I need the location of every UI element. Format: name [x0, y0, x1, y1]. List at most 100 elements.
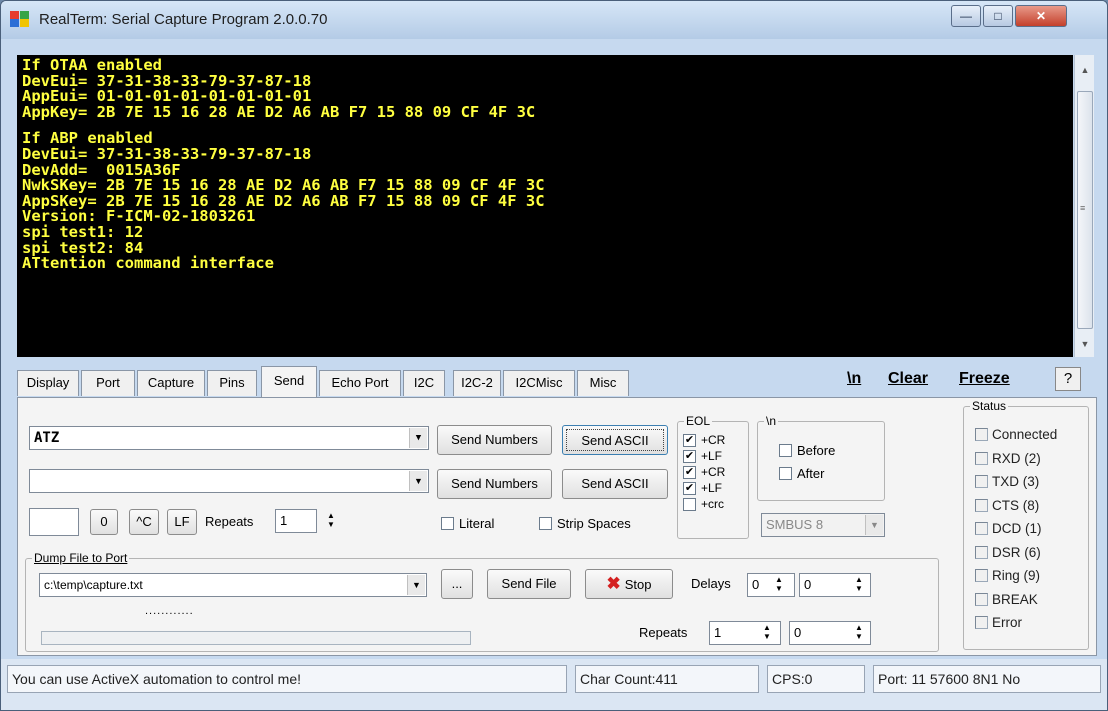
led-icon: [975, 522, 988, 535]
after-checkbox[interactable]: After: [779, 466, 824, 481]
repeats-spinner-icon[interactable]: ▲ ▼: [323, 511, 339, 531]
terminal-display[interactable]: If OTAA enabled DevEui= 37-31-38-33-79-37…: [17, 55, 1073, 357]
close-icon[interactable]: ✕: [1015, 5, 1067, 27]
minimize-icon[interactable]: —: [951, 5, 981, 27]
tab-display[interactable]: Display: [17, 370, 79, 396]
literal-label: Literal: [459, 516, 495, 531]
led-icon: [975, 498, 988, 512]
delays-label: Delays: [691, 576, 731, 591]
progress-dots: ............: [145, 605, 194, 617]
led-icon: [975, 545, 988, 559]
strip-spaces-checkbox[interactable]: Strip Spaces: [539, 516, 631, 531]
window-title: RealTerm: Serial Capture Program 2.0.0.7…: [39, 11, 328, 28]
lf-button[interactable]: LF: [167, 509, 197, 535]
tab-i2cmisc[interactable]: I2CMisc: [503, 370, 575, 396]
smbus-value: SMBUS 8: [766, 517, 824, 532]
eol-checkbox-3[interactable]: ✔ +LF: [683, 481, 722, 495]
tab-echo-port[interactable]: Echo Port: [319, 370, 401, 396]
chevron-down-icon[interactable]: ▼: [409, 471, 427, 491]
status-indicator: TXD (3): [975, 474, 1039, 489]
eol-checkbox-2[interactable]: ✔ +CR: [683, 465, 725, 479]
chevron-down-icon[interactable]: ▼: [409, 428, 427, 448]
send-ascii-button-2[interactable]: Send ASCII: [562, 469, 668, 499]
status-indicator: DSR (6): [975, 545, 1041, 560]
status-label: RXD (2): [992, 450, 1041, 466]
browse-button[interactable]: ...: [441, 569, 473, 599]
stop-x-icon: ✖: [606, 574, 621, 593]
dump-repeats-2-value: 0: [794, 625, 802, 640]
chevron-down-icon[interactable]: ▼: [865, 515, 883, 535]
stop-button[interactable]: ✖ Stop: [585, 569, 673, 599]
newline-legend: \n: [764, 414, 779, 428]
scroll-down-icon[interactable]: ▼: [1075, 339, 1095, 349]
tab-capture[interactable]: Capture: [137, 370, 205, 396]
eol-label: +crc: [701, 497, 725, 511]
zero-button[interactable]: 0: [90, 509, 118, 535]
status-indicator: Ring (9): [975, 568, 1040, 583]
dump-progress-bar: [41, 631, 471, 645]
status-indicator: BREAK: [975, 592, 1038, 607]
repeats-label: Repeats: [205, 514, 254, 529]
dump-repeats-1-spinner-icon[interactable]: ▲ ▼: [759, 623, 775, 643]
send-numbers-button-1[interactable]: Send Numbers: [437, 425, 552, 455]
chevron-down-icon[interactable]: ▼: [407, 575, 425, 595]
send-numbers-button-2[interactable]: Send Numbers: [437, 469, 552, 499]
eol-label: +CR: [701, 465, 726, 479]
status-label: TXD (3): [992, 474, 1040, 489]
help-button[interactable]: ?: [1055, 367, 1081, 391]
repeats-value: 1: [280, 513, 288, 528]
repeats-input[interactable]: 1: [275, 509, 317, 533]
dump-file-input[interactable]: c:\temp\capture.txt ▼: [39, 573, 427, 597]
status-bar: You can use ActiveX automation to contro…: [1, 659, 1107, 710]
ctrl-c-button[interactable]: ^C: [129, 509, 159, 535]
checkbox-icon: ✔: [683, 481, 696, 495]
newline-button[interactable]: \n: [847, 370, 861, 388]
send-ascii-button-1[interactable]: Send ASCII: [562, 425, 668, 455]
strip-spaces-label: Strip Spaces: [557, 516, 631, 531]
delay-1-spinner-icon[interactable]: ▲ ▼: [771, 575, 787, 595]
clear-button[interactable]: Clear: [888, 370, 928, 388]
tab-misc[interactable]: Misc: [577, 370, 629, 396]
tab-i2c-2[interactable]: I2C-2: [453, 370, 501, 396]
before-label: Before: [797, 443, 836, 458]
before-checkbox[interactable]: Before: [779, 443, 835, 458]
freeze-button[interactable]: Freeze: [959, 370, 1010, 388]
status-indicator: Connected: [975, 427, 1057, 442]
terminal-scrollbar[interactable]: ▲ ≡ ▼: [1074, 55, 1094, 357]
terminal-line: ATtention command interface: [22, 254, 274, 273]
send-ascii-label-1: Send ASCII: [566, 429, 664, 451]
tab-pins[interactable]: Pins: [207, 370, 257, 396]
eol-checkbox-1[interactable]: ✔ +LF: [683, 449, 722, 463]
led-icon: [975, 451, 988, 465]
literal-checkbox[interactable]: Literal: [441, 516, 494, 531]
title-bar[interactable]: RealTerm: Serial Capture Program 2.0.0.7…: [1, 1, 1107, 39]
tab-send[interactable]: Send: [261, 366, 317, 397]
status-indicator: DCD (1): [975, 521, 1042, 536]
stop-label: Stop: [624, 577, 652, 592]
dump-legend: Dump File to Port: [32, 551, 130, 565]
maximize-icon[interactable]: □: [983, 5, 1013, 27]
after-label: After: [797, 466, 825, 481]
terminal-line: AppKey= 2B 7E 15 16 28 AE D2 A6 AB F7 15…: [22, 102, 536, 121]
send-line-2-input[interactable]: ▼: [29, 469, 429, 493]
led-icon: [975, 475, 988, 488]
dump-repeats-1-value: 1: [714, 625, 722, 640]
status-label: Error: [992, 615, 1022, 630]
dump-repeats-2-spinner-icon[interactable]: ▲ ▼: [851, 623, 867, 643]
scroll-up-icon[interactable]: ▲: [1075, 65, 1095, 75]
send-line-1-input[interactable]: ATZ ▼: [29, 426, 429, 450]
terminal-line: Version: F-ICM-02-1803261: [22, 207, 256, 226]
eol-checkbox-0[interactable]: ✔ +CR: [683, 433, 725, 447]
status-indicator: Error: [975, 615, 1022, 630]
tab-port[interactable]: Port: [81, 370, 135, 396]
delay-2-value: 0: [804, 577, 812, 592]
dump-repeats-label: Repeats: [639, 625, 688, 640]
send-file-button[interactable]: Send File: [487, 569, 571, 599]
eol-checkbox-4[interactable]: +crc: [683, 497, 724, 511]
status-indicator: CTS (8): [975, 498, 1039, 513]
smbus-select[interactable]: SMBUS 8 ▼: [761, 513, 885, 537]
tab-i2c[interactable]: I2C: [403, 370, 445, 396]
char-input[interactable]: [29, 508, 79, 536]
delay-2-spinner-icon[interactable]: ▲ ▼: [851, 575, 867, 595]
realterm-window: RealTerm: Serial Capture Program 2.0.0.7…: [0, 0, 1108, 711]
